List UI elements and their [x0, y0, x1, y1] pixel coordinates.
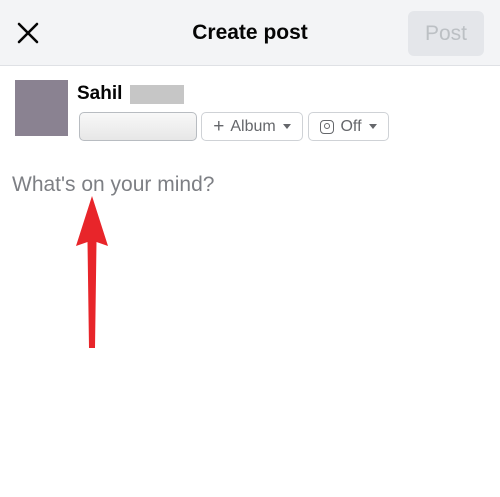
author-name: Sahil — [77, 83, 123, 104]
audience-selector-button[interactable] — [79, 112, 197, 141]
chevron-down-icon — [282, 124, 291, 129]
album-label: Album — [230, 117, 276, 135]
chevron-down-icon — [368, 124, 377, 129]
post-button[interactable]: Post — [408, 11, 484, 56]
annotation-arrow — [76, 196, 108, 348]
instagram-share-toggle[interactable]: Off — [308, 112, 389, 141]
redacted-surname — [130, 85, 184, 104]
album-button[interactable]: + Album — [201, 112, 303, 141]
plus-icon: + — [213, 116, 225, 137]
avatar[interactable] — [15, 80, 68, 136]
instagram-share-label: Off — [340, 117, 362, 135]
top-bar: Create post Post — [0, 0, 500, 66]
instagram-icon — [320, 119, 335, 134]
